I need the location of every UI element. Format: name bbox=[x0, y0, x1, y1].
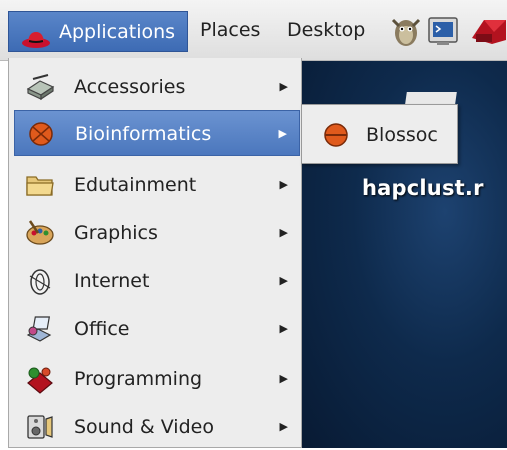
bioinformatics-icon bbox=[25, 118, 57, 150]
programming-icon bbox=[24, 363, 56, 395]
desktop-file-hapclust[interactable]: hapclust.r bbox=[362, 176, 484, 200]
menu-item-internet[interactable]: Internet ▶ bbox=[14, 258, 300, 304]
office-icon bbox=[24, 313, 56, 345]
gnome-gimp-icon[interactable] bbox=[390, 14, 422, 52]
menu-item-label: Programming bbox=[74, 368, 203, 390]
menu-item-label: Graphics bbox=[74, 222, 158, 244]
submenu-item-label: Blossoc bbox=[366, 124, 438, 146]
graphics-icon bbox=[24, 217, 56, 249]
applications-label: Applications bbox=[59, 21, 176, 43]
redhat-icon[interactable] bbox=[470, 14, 507, 52]
menu-item-office[interactable]: Office ▶ bbox=[14, 306, 300, 352]
submenu-arrow-icon: ▶ bbox=[279, 322, 288, 335]
applications-menu: Accessories ▶ Bioinformatics ▶ Edutainme… bbox=[8, 58, 302, 448]
menu-item-bioinformatics[interactable]: Bioinformatics ▶ bbox=[14, 110, 300, 156]
blossoc-icon bbox=[322, 121, 350, 153]
submenu-arrow-icon: ▶ bbox=[279, 80, 288, 93]
terminal-icon[interactable] bbox=[426, 14, 460, 52]
places-menu-button[interactable]: Places bbox=[200, 12, 260, 48]
top-panel: Applications Places Desktop bbox=[0, 0, 507, 61]
applications-menu-button[interactable]: Applications bbox=[8, 11, 188, 52]
accessories-icon bbox=[24, 71, 56, 103]
submenu-arrow-icon: ▶ bbox=[279, 274, 288, 287]
sound-video-icon bbox=[24, 411, 56, 443]
menu-item-accessories[interactable]: Accessories ▶ bbox=[14, 64, 300, 110]
menu-item-label: Edutainment bbox=[74, 174, 197, 196]
submenu-arrow-icon: ▶ bbox=[279, 420, 288, 433]
menu-item-graphics[interactable]: Graphics ▶ bbox=[14, 210, 300, 256]
submenu-arrow-icon: ▶ bbox=[279, 178, 288, 191]
menu-item-label: Bioinformatics bbox=[75, 123, 212, 145]
internet-icon bbox=[24, 265, 56, 297]
menu-item-sound-video[interactable]: Sound & Video ▶ bbox=[14, 404, 300, 450]
menu-item-label: Office bbox=[74, 318, 130, 340]
submenu-item-blossoc[interactable]: Blossoc bbox=[302, 105, 457, 163]
folder-icon bbox=[24, 169, 56, 201]
menu-item-label: Internet bbox=[74, 270, 150, 292]
menu-item-label: Accessories bbox=[74, 76, 186, 98]
submenu-arrow-icon: ▶ bbox=[279, 226, 288, 239]
menu-item-edutainment[interactable]: Edutainment ▶ bbox=[14, 162, 300, 208]
menu-item-label: Sound & Video bbox=[74, 416, 214, 438]
bioinformatics-submenu: Blossoc bbox=[301, 104, 458, 164]
menu-item-programming[interactable]: Programming ▶ bbox=[14, 356, 300, 402]
submenu-arrow-icon: ▶ bbox=[278, 127, 287, 140]
submenu-arrow-icon: ▶ bbox=[279, 372, 288, 385]
desktop-menu-button[interactable]: Desktop bbox=[287, 12, 365, 48]
